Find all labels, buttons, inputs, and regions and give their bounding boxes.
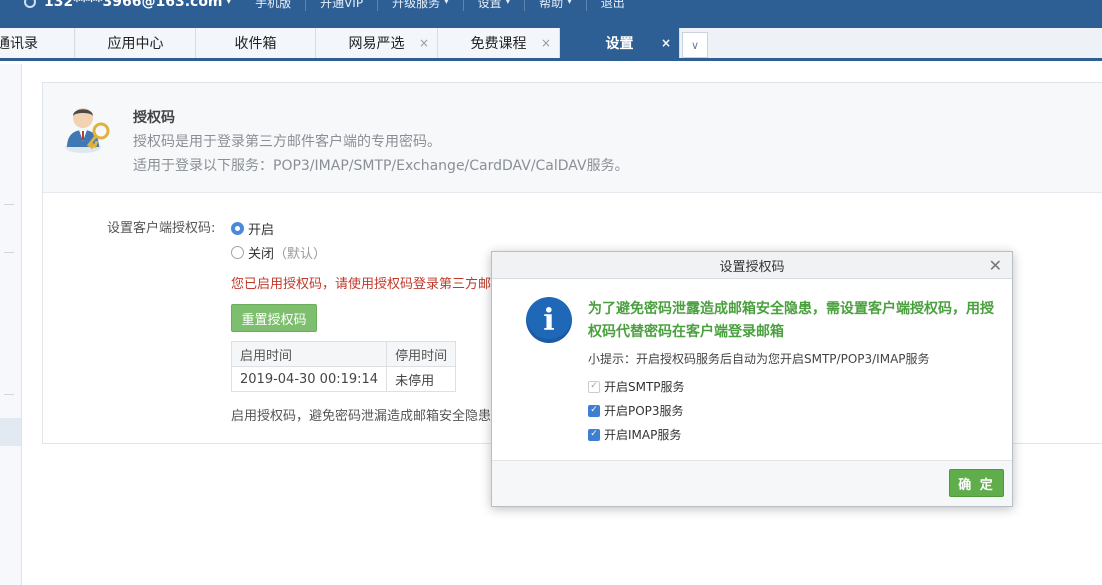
top-link-label: 手机版 (255, 0, 292, 10)
checkbox-imap-label: 开启IMAP服务 (604, 428, 682, 442)
set-auth-code-dialog: 设置授权码 ✕ i 为了避免密码泄露造成邮箱安全隐患，需设置客户端授权码，用授权… (491, 251, 1013, 507)
checkbox-imap[interactable]: ✓ 开启IMAP服务 (588, 426, 681, 443)
dialog-title: 设置授权码 (719, 259, 785, 275)
user-key-icon (65, 108, 110, 153)
radio-disable-label: 关闭 (248, 247, 275, 262)
table-row: 2019-04-30 00:19:14 未停用 (230, 366, 457, 392)
panel-services: 适用于登录以下服务：POP3/IMAP/SMTP/Exchange/CardDA… (133, 158, 629, 174)
dialog-message: 为了避免密码泄露造成邮箱安全隐患，需设置客户端授权码，用授权码代替密码在客户端登… (588, 301, 994, 340)
left-sidebar-edge (0, 64, 22, 585)
dialog-tip: 小提示：开启授权码服务后自动为您开启SMTP/POP3/IMAP服务 (588, 352, 930, 366)
auth-enabled-warning: 您已启用授权码，请使用授权码登录第三方邮件客 (231, 277, 518, 292)
checkbox-smtp[interactable]: ✓ 开启SMTP服务 (588, 378, 685, 395)
checkbox-smtp-label: 开启SMTP服务 (604, 380, 685, 394)
top-link[interactable]: 设置 ▾ (462, 0, 525, 11)
top-link[interactable]: 手机版 (241, 0, 305, 11)
security-footnote: 启用授权码，避免密码泄漏造成邮箱安全隐患，使 (231, 409, 518, 424)
close-icon[interactable]: × (661, 36, 671, 50)
top-bar: 132****3966@163.com ▾ 手机版 开通VIP 升级服务 ▾ 设置 ▾ 帮助… (0, 0, 1102, 28)
tab-label: 免费课程 (470, 36, 527, 52)
tab-bar: 通讯录 应用中心 收件箱 网易严选 × 免费课程 × 设置 × ∨ (0, 28, 1102, 61)
table-cell: 2019-04-30 00:19:14 (230, 366, 388, 392)
top-link-label: 帮助 (539, 0, 564, 10)
chevron-down-icon: ▾ (567, 0, 572, 7)
radio-button-checked[interactable] (231, 222, 244, 235)
reset-auth-code-button[interactable]: 重置授权码 (231, 304, 317, 332)
checkbox-checked[interactable]: ✓ (588, 428, 600, 441)
dialog-header: 设置授权码 ✕ (492, 252, 1012, 279)
radio-enable[interactable]: 开启 (231, 219, 274, 238)
dialog-footer: 确 定 (492, 460, 1012, 506)
tab-label: 应用中心 (107, 36, 164, 52)
tab-item[interactable]: 设置 × (560, 28, 680, 58)
top-link[interactable]: 退出 (585, 0, 639, 11)
checkbox-checked-disabled[interactable]: ✓ (588, 380, 600, 393)
account-menu[interactable]: 132****3966@163.com ▾ (24, 0, 231, 10)
table-cell: 未停用 (386, 366, 457, 392)
radio-disable-note: （默认） (274, 247, 327, 262)
top-link[interactable]: 升级服务 ▾ (377, 0, 463, 11)
tab-label: 通讯录 (0, 36, 38, 52)
sidebar-divider (4, 394, 14, 395)
info-icon: i (526, 297, 572, 343)
top-link[interactable]: 开通VIP (305, 0, 377, 11)
account-email: 132****3966@163.com (44, 0, 223, 10)
chevron-down-icon: ∨ (690, 38, 700, 52)
shield-icon (24, 0, 36, 8)
column-header: 停用时间 (386, 341, 457, 367)
confirm-button[interactable]: 确 定 (949, 469, 1004, 497)
panel-description: 授权码是用于登录第三方邮件客户端的专用密码。 (133, 134, 441, 150)
table-header-row: 启用时间 停用时间 (230, 341, 457, 367)
chevron-down-icon: ▾ (505, 0, 511, 7)
tab-item[interactable]: 网易严选 × (316, 28, 438, 58)
panel-header: 授权码 授权码是用于登录第三方邮件客户端的专用密码。 适用于登录以下服务：POP… (43, 83, 1102, 193)
tab-label: 设置 (605, 36, 634, 52)
checkbox-pop3[interactable]: ✓ 开启POP3服务 (588, 402, 684, 419)
sidebar-divider (4, 204, 14, 205)
chevron-down-icon: ▾ (444, 0, 449, 7)
tab-item[interactable]: 收件箱 (196, 28, 316, 58)
panel-title: 授权码 (133, 110, 175, 126)
close-icon[interactable]: ✕ (989, 256, 1002, 275)
radio-enable-label: 开启 (248, 223, 275, 238)
top-link[interactable]: 帮助 ▾ (524, 0, 586, 11)
auth-code-setting-label: 设置客户端授权码: (107, 221, 216, 236)
auth-code-history-table: 启用时间 停用时间 2019-04-30 00:19:14 未停用 (230, 341, 457, 392)
top-link-label: 升级服务 (392, 0, 441, 10)
close-icon[interactable]: × (541, 36, 551, 50)
tab-item[interactable]: 通讯录 (0, 28, 75, 58)
top-link-label: 开通VIP (320, 0, 364, 10)
top-link-label: 退出 (600, 0, 625, 10)
tab-overflow-button[interactable]: ∨ (682, 32, 708, 58)
radio-button[interactable] (231, 246, 244, 259)
column-header: 启用时间 (230, 341, 388, 367)
tab-label: 收件箱 (234, 36, 277, 52)
checkbox-checked[interactable]: ✓ (588, 404, 600, 417)
close-icon[interactable]: × (419, 36, 429, 50)
top-link-label: 设置 (477, 0, 502, 10)
chevron-down-icon: ▾ (226, 0, 232, 7)
sidebar-divider (4, 252, 14, 253)
tab-item[interactable]: 免费课程 × (438, 28, 560, 58)
radio-disable[interactable]: 关闭 （默认） (231, 243, 326, 262)
sidebar-selected-item[interactable] (0, 418, 21, 446)
tab-item[interactable]: 应用中心 (76, 28, 196, 58)
checkbox-pop3-label: 开启POP3服务 (604, 404, 684, 418)
tab-label: 网易严选 (348, 36, 405, 52)
